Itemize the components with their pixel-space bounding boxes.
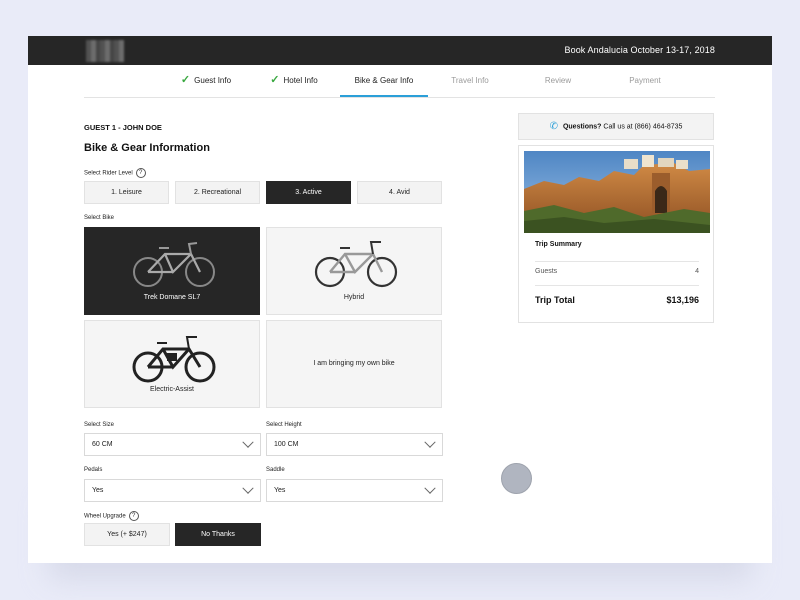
checkmark-icon: ✓ [270,74,280,86]
step-hotel-info[interactable]: ✓ Hotel Info [250,65,338,96]
ronda-cliff-image [524,151,710,233]
saddle-label: Saddle [266,467,285,473]
phone-icon: ✆ [549,121,558,132]
bike-option-electric-assist[interactable]: Electric-Assist [84,320,260,408]
ebike-icon [132,336,216,383]
wheel-upgrade-label-text: Wheel Upgrade [84,513,126,520]
saddle-select[interactable]: Yes [266,479,443,502]
step-label: Travel Info [451,76,489,85]
bike-name: I am bringing my own bike [313,360,395,367]
touch-cursor-indicator [501,463,532,494]
bike-option-hybrid[interactable]: Hybrid [266,227,442,315]
brand-logo[interactable] [86,40,124,62]
guest-label: GUEST 1 - JOHN DOE [84,123,162,132]
trip-summary-title: Trip Summary [535,241,582,248]
rider-level-active[interactable]: 3. Active [266,181,351,204]
height-select[interactable]: 100 CM [266,433,443,456]
step-label: Hotel Info [283,76,318,85]
step-label: Review [544,76,572,85]
rider-level-label: Select Rider Level? [84,168,146,178]
bike-name: Trek Domane SL7 [143,294,201,301]
bike-option-own-bike[interactable]: I am bringing my own bike [266,320,442,408]
step-label: Guest Info [194,76,232,85]
size-select[interactable]: 60 CM [84,433,261,456]
trip-summary-card: Trip Summary Guests 4 Trip Total $13,196 [518,145,714,323]
questions-label: Questions? [562,123,602,131]
bike-select-label: Select Bike [84,215,115,221]
guests-row: Guests 4 [535,268,699,275]
rider-level-label-text: Select Rider Level [84,170,133,177]
pedals-select[interactable]: Yes [84,479,261,502]
rider-level-leisure[interactable]: 1. Leisure [84,181,169,204]
step-bike-gear-info[interactable]: Bike & Gear Info [340,65,428,97]
destination-photo [524,151,710,233]
questions-callout[interactable]: ✆ Questions? Call us at (866) 464-8735 [518,113,714,140]
step-guest-info[interactable]: ✓ Guest Info [162,65,250,96]
checkmark-icon: ✓ [180,74,191,86]
guests-value: 4 [695,268,699,275]
divider [535,285,699,286]
chevron-down-icon [242,436,254,448]
divider [535,261,699,262]
bike-option-trek-domane[interactable]: Trek Domane SL7 [84,227,260,315]
hybrid-bike-icon [314,241,398,288]
pedals-label: Pedals [84,467,103,473]
step-payment[interactable]: Payment [601,65,689,96]
step-travel-info[interactable]: Travel Info [426,65,514,96]
size-value: 60 CM [92,441,113,448]
booking-title: Book Andalucia October 13-17, 2018 [564,45,715,55]
wheel-upgrade-no-button[interactable]: No Thanks [175,523,261,546]
chevron-down-icon [424,482,436,494]
bike-name: Electric-Assist [150,386,194,393]
wheel-upgrade-yes-button[interactable]: Yes (+ $247) [84,523,170,546]
step-label: Bike & Gear Info [354,76,414,85]
chevron-down-icon [242,482,254,494]
wheel-upgrade-label: Wheel Upgrade? [84,511,139,521]
step-label: Payment [629,76,661,85]
pedals-value: Yes [92,487,104,494]
help-icon[interactable]: ? [135,168,146,178]
chevron-down-icon [424,436,436,448]
phone-number: Call us at (866) 464-8735 [603,123,683,131]
step-review[interactable]: Review [514,65,602,96]
bike-name: Hybrid [343,294,365,301]
height-label: Select Height [266,422,302,428]
road-bike-icon [133,242,215,287]
trip-total-label: Trip Total [535,295,575,305]
help-icon[interactable]: ? [128,511,139,521]
saddle-value: Yes [274,487,286,494]
rider-level-avid[interactable]: 4. Avid [357,181,442,204]
top-bar: Book Andalucia October 13-17, 2018 [28,36,772,65]
trip-total-value: $13,196 [666,295,699,305]
size-label: Select Size [84,422,115,428]
booking-window: Book Andalucia October 13-17, 2018 ✓ Gues… [28,36,772,563]
height-value: 100 CM [274,441,299,448]
progress-steps: ✓ Guest Info ✓ Hotel Info Bike & Gear Info… [84,65,715,98]
guests-label: Guests [535,268,558,275]
section-title: Bike & Gear Information [84,142,210,154]
rider-level-recreational[interactable]: 2. Recreational [175,181,260,204]
trip-total-row: Trip Total $13,196 [535,295,699,305]
